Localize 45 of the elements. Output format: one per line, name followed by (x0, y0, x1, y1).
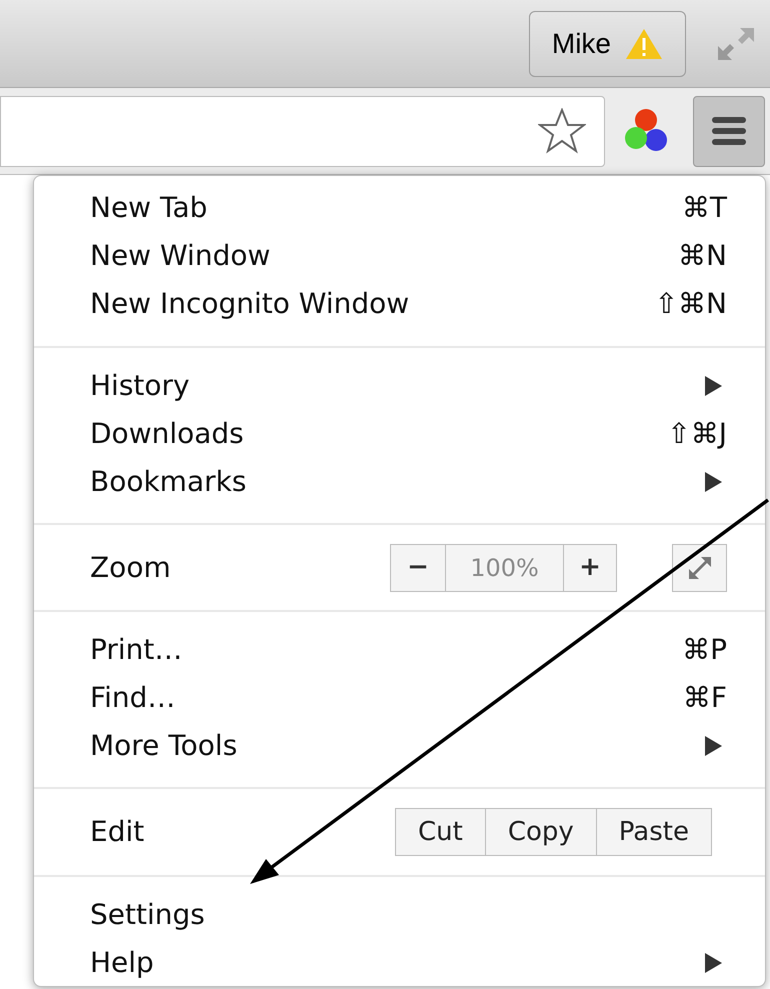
submenu-item[interactable]: History (90, 362, 727, 410)
menu-item-label: New Tab (90, 190, 208, 226)
shortcut-label: ⌘T (682, 190, 727, 226)
edit-action-button[interactable]: Cut (396, 809, 485, 855)
menu-item-label: Find… (90, 680, 176, 716)
submenu-arrow-icon (703, 952, 723, 974)
submenu-arrow-icon (703, 471, 723, 493)
fullscreen-button[interactable] (672, 544, 727, 592)
menu-item[interactable]: Downloads ⇧⌘J (90, 410, 727, 458)
menu-item-label: Print… (90, 632, 182, 668)
menu-item-label: Zoom (90, 550, 172, 586)
menu-item-label: Help (90, 945, 154, 981)
menu-item-label: New Window (90, 238, 270, 274)
menu-item[interactable]: Print… ⌘P (90, 626, 727, 674)
submenu-item[interactable]: Bookmarks (90, 458, 727, 506)
menu-item[interactable]: New Tab ⌘T (90, 184, 727, 232)
zoom-level: 100% (469, 552, 540, 584)
zoom-out-button[interactable]: − (391, 544, 446, 590)
edit-action-button[interactable]: Copy (484, 809, 596, 855)
menu-item-label: Settings (90, 897, 205, 933)
menu-item-label: Edit (90, 814, 146, 850)
menu-item-label: Downloads (90, 416, 244, 452)
menu-item-label: More Tools (90, 728, 238, 764)
menu-icon (712, 116, 746, 146)
menu-item-label: New Incognito Window (90, 286, 410, 322)
menu-item-label: Bookmarks (90, 464, 246, 500)
submenu-item[interactable]: Help (90, 939, 727, 987)
shortcut-label: ⇧⌘J (667, 416, 727, 452)
shortcut-label: ⌘N (678, 238, 727, 274)
menu-item[interactable]: New Window ⌘N (90, 232, 727, 280)
shortcut-label: ⇧⌘N (654, 286, 727, 322)
profile-button[interactable]: Mike (528, 10, 686, 76)
bookmark-star-icon[interactable] (538, 108, 586, 154)
menu-item[interactable]: Find… ⌘F (90, 674, 727, 722)
menu-button[interactable] (693, 96, 765, 166)
submenu-arrow-icon (703, 735, 723, 757)
edit-action-button[interactable]: Paste (596, 809, 711, 855)
zoom-in-button[interactable]: + (563, 544, 616, 590)
menu-item[interactable]: New Incognito Window ⇧⌘N (90, 280, 727, 328)
submenu-arrow-icon (703, 375, 723, 397)
shortcut-label: ⌘P (682, 632, 727, 668)
menu-item[interactable]: Settings (90, 891, 727, 939)
submenu-item[interactable]: More Tools (90, 722, 727, 770)
menu-item-label: History (90, 368, 190, 404)
shortcut-label: ⌘F (682, 680, 727, 716)
